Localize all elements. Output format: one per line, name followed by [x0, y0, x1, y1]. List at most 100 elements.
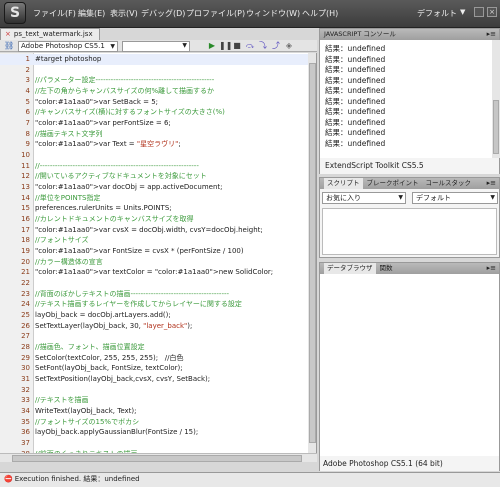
close-window-button[interactable]: ×: [487, 7, 497, 17]
stop-button[interactable]: ■: [232, 41, 242, 51]
script-location-select[interactable]: デフォルト ▼: [412, 192, 498, 204]
console-panel-title: JAVASCRIPT コンソール: [324, 30, 396, 38]
chevron-down-icon: ▼: [490, 194, 495, 201]
close-tab-icon[interactable]: ×: [5, 30, 11, 38]
code-line[interactable]: 37: [0, 438, 308, 449]
data-browser-tree[interactable]: [320, 274, 499, 456]
code-line[interactable]: 15 preferences.rulerUnits = Units.POINTS;: [0, 203, 308, 214]
scripts-list[interactable]: [322, 208, 497, 255]
tab-data-browser[interactable]: データブラウザ: [324, 263, 376, 274]
status-bar: ⛔ Execution finished. 結果：undefined: [0, 472, 500, 487]
code-line[interactable]: 11 //------------------------------------…: [0, 161, 308, 172]
console-scrollbar[interactable]: [492, 40, 500, 158]
code-comment: //キャンバスサイズ(横)に対するフォントサイズの大きさ(%): [35, 108, 225, 117]
code-line[interactable]: 36 layObj_back.applyGaussianBlur(FontSize…: [0, 427, 308, 438]
code-comment: //描画色、フォント、描画位置設定: [35, 343, 145, 352]
code-line[interactable]: 29 SetColor(textColor, 255, 255, 255); //…: [0, 353, 308, 364]
line-number: 22: [21, 279, 30, 288]
code-line[interactable]: 14 //単位をPOINTS指定: [0, 193, 308, 204]
code-line[interactable]: 13 "color:#1a1aa0">var docObj = app.activ…: [0, 182, 308, 193]
code-line[interactable]: 18 //フォントサイズ: [0, 235, 308, 246]
line-number: 28: [21, 343, 30, 352]
menu-file[interactable]: ファイル(F): [33, 8, 76, 19]
target-application-select[interactable]: Adobe Photoshop CS5.1 ▼: [18, 41, 118, 52]
menu-bar: S ファイル(F) 編集(E) 表示(V) デバッグ(D) プロファイル(P) …: [0, 0, 500, 28]
panel-menu-icon[interactable]: ▸≡: [487, 178, 496, 189]
step-over-button[interactable]: ⤼: [245, 41, 255, 51]
favorites-select-label: お気に入り: [326, 194, 361, 202]
menu-profile[interactable]: プロファイル(P): [186, 8, 245, 19]
tab-scripts[interactable]: スクリプト: [324, 178, 363, 189]
code-line[interactable]: 21 "color:#1a1aa0">var textColor = "color…: [0, 267, 308, 278]
scrollbar-thumb[interactable]: [309, 63, 316, 443]
code-line[interactable]: 30 SetFont(layObj_back, FontSize, textCol…: [0, 363, 308, 374]
function-select[interactable]: ▼: [122, 41, 190, 52]
favorites-select[interactable]: お気に入り ▼: [322, 192, 406, 204]
data-browser-panel: データブラウザ 関数 ▸≡ Adobe Photoshop CS5.1 (64 b…: [319, 262, 500, 471]
code-line[interactable]: 3 //パラメーター設定-----------------------------…: [0, 75, 308, 86]
line-number: 34: [21, 407, 30, 416]
code-line[interactable]: 26 SetTextLayer(layObj_back, 30, "layer_b…: [0, 321, 308, 332]
code-line[interactable]: 32: [0, 385, 308, 396]
code-line[interactable]: 35 //フォントサイズの15%でボカシ: [0, 417, 308, 428]
workspace-select[interactable]: デフォルト: [417, 8, 457, 19]
menu-window[interactable]: ウィンドウ(W): [246, 8, 300, 19]
code-line[interactable]: 28 //描画色、フォント、描画位置設定: [0, 342, 308, 353]
code-line[interactable]: 27: [0, 331, 308, 342]
menu-edit[interactable]: 編集(E): [78, 8, 105, 19]
code-editor[interactable]: 1 #target photoshop 2 3//パラメーター設定----------…: [0, 53, 317, 453]
minimize-button[interactable]: [474, 7, 484, 17]
menu-debug[interactable]: デバッグ(D): [141, 8, 185, 19]
console-line: 結果：undefined: [325, 96, 386, 106]
pause-button[interactable]: ❚❚: [219, 41, 232, 51]
editor-vertical-scrollbar[interactable]: [308, 53, 316, 453]
code-line[interactable]: 1 #target photoshop: [0, 54, 308, 65]
code-line[interactable]: 5 "color:#1a1aa0">var SetBack = 5;: [0, 97, 308, 108]
code-text: "color:#1a1aa0">var SetBack = 5;: [35, 97, 159, 106]
code-line[interactable]: 20 //カラー構造体の宣言: [0, 257, 308, 268]
code-line[interactable]: 34 WriteText(layObj_back, Text);: [0, 406, 308, 417]
code-line[interactable]: 33 //テキストを描画: [0, 395, 308, 406]
code-line[interactable]: 6 //キャンバスサイズ(横)に対するフォントサイズの大きさ(%): [0, 107, 308, 118]
code-line[interactable]: 31 SetTextPosition(layObj_back,cvsX, cvsY…: [0, 374, 308, 385]
tab-functions[interactable]: 関数: [377, 263, 396, 274]
menu-help[interactable]: ヘルプ(H): [302, 8, 338, 19]
step-into-button[interactable]: ⤵: [258, 41, 268, 51]
line-number: 14: [21, 193, 30, 202]
link-icon[interactable]: ⛓: [4, 41, 14, 51]
code-line[interactable]: 2: [0, 65, 308, 76]
scrollbar-thumb[interactable]: [12, 455, 302, 462]
document-tab[interactable]: × ps_text_watermark.jsx: [0, 28, 100, 40]
code-line[interactable]: 9 "color:#1a1aa0">var Text = "星空ラヴリ";: [0, 139, 308, 150]
panel-menu-icon[interactable]: ▸≡: [487, 29, 496, 40]
run-button[interactable]: ▶: [207, 41, 217, 51]
toggle-breakpoint-button[interactable]: ◈: [284, 41, 294, 51]
code-line[interactable]: 8 //描画テキスト文字列: [0, 129, 308, 140]
chevron-down-icon[interactable]: ▼: [460, 8, 465, 16]
code-line[interactable]: 19 "color:#1a1aa0">var FontSize = cvsX * …: [0, 246, 308, 257]
scrollbar-thumb[interactable]: [493, 100, 499, 154]
code-line[interactable]: 23 //背面のぼかしテキストの描画-----------------------…: [0, 289, 308, 300]
code-line[interactable]: 7 "color:#1a1aa0">var perFontSize = 6;: [0, 118, 308, 129]
code-text: "color:#1a1aa0">var docObj = app.activeD…: [35, 183, 223, 192]
step-out-button[interactable]: ⤴: [271, 41, 281, 51]
code-line[interactable]: 17 "color:#1a1aa0">var cvsX = docObj.widt…: [0, 225, 308, 236]
menu-view[interactable]: 表示(V): [110, 8, 138, 19]
code-line[interactable]: 24 //テキスト描画するレイヤーを作成してからレイヤーに関する設定: [0, 299, 308, 310]
code-text: WriteText(layObj_back, Text);: [35, 407, 137, 416]
tab-breakpoints[interactable]: ブレークポイント: [364, 178, 422, 189]
code-line[interactable]: 4 //左下の角からキャンバスサイズの何%離して描画するか: [0, 86, 308, 97]
code-line[interactable]: 16 //カレントドキュメントのキャンバスサイズを取得: [0, 214, 308, 225]
tab-call-stack[interactable]: コールスタック: [423, 178, 475, 189]
line-number: 30: [21, 364, 30, 373]
line-number: 23: [21, 289, 30, 298]
panel-menu-icon[interactable]: ▸≡: [487, 263, 496, 274]
code-line[interactable]: 10: [0, 150, 308, 161]
console-line: 結果：undefined: [325, 86, 386, 95]
code-line[interactable]: 22: [0, 278, 308, 289]
editor-horizontal-scrollbar[interactable]: [0, 453, 317, 462]
code-line[interactable]: 25 layObj_back = docObj.artLayers.add();: [0, 310, 308, 321]
console-output[interactable]: 結果：undefined 結果：undefined 結果：undefined 結果：u…: [320, 40, 492, 158]
code-text: "color:#1a1aa0">var cvsX = docObj.width,…: [35, 225, 263, 234]
code-line[interactable]: 12 //開いているアクティブなドキュメントを対象にセット: [0, 171, 308, 182]
